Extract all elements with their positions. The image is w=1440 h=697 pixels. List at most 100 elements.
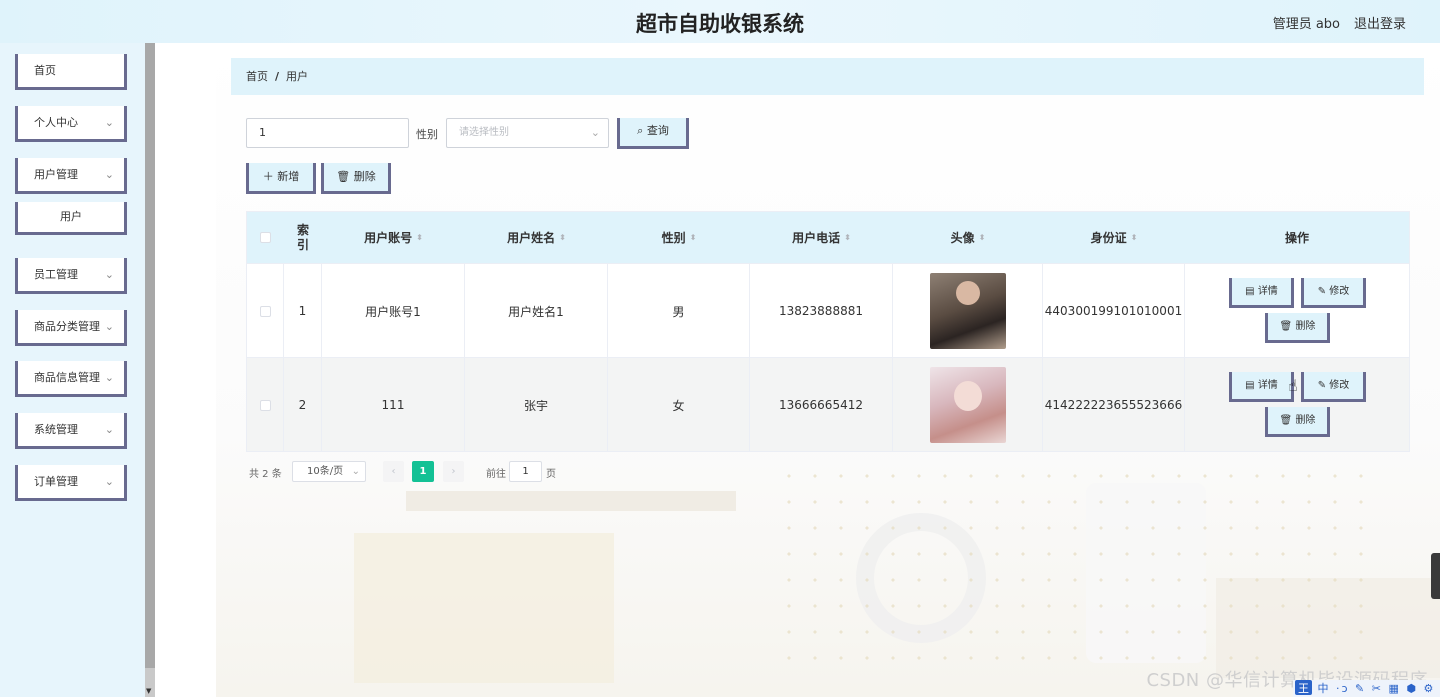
sidebar-scrollbar[interactable]: ▼ <box>145 43 155 697</box>
scroll-down-icon[interactable]: ▼ <box>146 687 151 695</box>
sidebar-subitem-users[interactable]: 用户 <box>15 202 127 235</box>
column-header-actions: 操作 <box>1284 231 1309 245</box>
sort-icon[interactable]: ⬍ <box>979 233 986 242</box>
page-number-current[interactable]: 1 <box>412 461 434 482</box>
sort-icon[interactable]: ⬍ <box>1131 233 1138 242</box>
sidebar-item-system-management[interactable]: 系统管理 ⌄ <box>15 413 127 449</box>
cell-avatar <box>893 358 1043 452</box>
breadcrumb-home[interactable]: 首页 <box>246 70 268 83</box>
plus-icon: ＋ <box>262 170 274 183</box>
avatar[interactable] <box>929 367 1006 443</box>
add-button[interactable]: ＋ 新增 <box>246 163 316 194</box>
cell-account: 用户账号1 <box>322 264 465 358</box>
column-header-label: 用户电话 <box>792 231 841 245</box>
gender-select[interactable]: 请选择性别 ⌄ <box>446 118 609 148</box>
chevron-right-icon: › <box>451 466 456 477</box>
scrollbar-thumb[interactable] <box>145 43 155 668</box>
system-tray[interactable]: 王 中 ·ɔ ✎ ✂ ▦ ⬢ ⚙ <box>1293 680 1440 697</box>
row-delete-button[interactable]: 🗑 删除 <box>1265 313 1330 343</box>
chevron-down-icon: ⌄ <box>104 423 114 436</box>
page-jump-input[interactable]: 1 <box>509 461 542 482</box>
sort-icon[interactable]: ⬍ <box>559 233 566 242</box>
pager-goto-suffix: 页 <box>546 469 556 480</box>
gender-placeholder: 请选择性别 <box>459 127 509 138</box>
avatar[interactable] <box>929 273 1006 349</box>
sidebar-item-home[interactable]: 首页 <box>15 54 127 90</box>
column-header-avatar[interactable]: 头像 ⬍ <box>893 212 1043 263</box>
sidebar-item-user-management[interactable]: 用户管理 ⌄ <box>15 158 127 194</box>
column-header-gender[interactable]: 性别 ⬍ <box>608 212 750 263</box>
sidebar-item-label: 商品信息管理 <box>34 371 100 384</box>
sidebar-item-category-management[interactable]: 商品分类管理 ⌄ <box>15 310 127 346</box>
decor-shape <box>354 533 614 683</box>
sort-icon[interactable]: ⬍ <box>416 233 423 242</box>
cell-name: 用户姓名1 <box>465 264 608 358</box>
edit-button-label: 修改 <box>1329 286 1350 297</box>
page-size-select[interactable]: 10条/页 ⌄ <box>292 461 366 482</box>
row-delete-button[interactable]: 🗑 删除 <box>1265 407 1330 437</box>
column-header-index: 索 引 <box>296 222 309 252</box>
query-button-label: 查询 <box>646 124 669 137</box>
cell-phone: 13666665412 <box>750 358 893 452</box>
cell-actions <box>1185 264 1409 358</box>
detail-button[interactable]: ▤ 详情 <box>1229 278 1294 308</box>
trash-icon: 🗑 <box>1279 321 1293 332</box>
chevron-down-icon: ⌄ <box>590 126 600 139</box>
floating-side-widget[interactable] <box>1431 553 1440 599</box>
pager-goto-label: 前往 <box>486 469 506 480</box>
column-header-label: 身份证 <box>1090 231 1127 245</box>
sidebar-item-order-management[interactable]: 订单管理 ⌄ <box>15 465 127 501</box>
keyword-input[interactable]: 1 <box>246 118 409 148</box>
edit-button[interactable]: ✎ 修改 <box>1301 278 1366 308</box>
ime-icon[interactable]: 王 <box>1295 680 1312 695</box>
document-icon: ▤ <box>1245 380 1255 391</box>
breadcrumb-separator: / <box>275 70 280 83</box>
detail-button[interactable]: ▤ 详情 <box>1229 372 1294 402</box>
column-header-label: 用户账号 <box>364 231 413 245</box>
pencil-icon: ✎ <box>1317 380 1327 391</box>
sidebar-item-product-management[interactable]: 商品信息管理 ⌄ <box>15 361 127 397</box>
prev-page-button[interactable]: ‹ <box>383 461 404 482</box>
column-header-name[interactable]: 用户姓名 ⬍ <box>465 212 608 263</box>
cell-id-card: 414222223655523666 <box>1043 358 1185 452</box>
row-checkbox[interactable] <box>259 399 271 411</box>
sidebar-item-staff-management[interactable]: 员工管理 ⌄ <box>15 258 127 294</box>
row-select-cell <box>247 264 284 358</box>
table-row: 1 用户账号1 用户姓名1 男 13823888881 440300199101… <box>247 263 1409 358</box>
batch-delete-button[interactable]: 🗑 删除 <box>321 163 391 194</box>
users-table: 索 引 用户账号 ⬍ 用户姓名 ⬍ 性别 ⬍ 用户电话 ⬍ 头像 ⬍ 身份证 ⬍ 操作 1 … <box>246 211 1410 452</box>
query-button[interactable]: ⌕ 查询 <box>617 118 689 149</box>
sort-icon[interactable]: ⬍ <box>844 233 851 242</box>
edit-button-label: 修改 <box>1329 380 1350 391</box>
sidebar-item-label: 用户管理 <box>34 168 78 181</box>
cell-index: 1 <box>284 264 322 358</box>
cell-gender: 女 <box>608 358 750 452</box>
sidebar-item-label: 员工管理 <box>34 268 78 281</box>
decor-shape <box>406 491 736 511</box>
column-header-label: 头像 <box>950 231 975 245</box>
top-header: 超市自助收银系统 管理员 abo 退出登录 <box>0 0 1440 43</box>
sidebar-item-profile[interactable]: 个人中心 ⌄ <box>15 106 127 142</box>
row-checkbox[interactable] <box>259 305 271 317</box>
document-icon: ▤ <box>1245 286 1255 297</box>
sidebar-item-label: 商品分类管理 <box>34 320 100 333</box>
trash-icon: 🗑 <box>336 170 351 183</box>
edit-button[interactable]: ✎ 修改 <box>1301 372 1366 402</box>
cell-name: 张宇 <box>465 358 608 452</box>
sort-icon[interactable]: ⬍ <box>690 233 697 242</box>
next-page-button[interactable]: › <box>443 461 464 482</box>
logout-link[interactable]: 退出登录 <box>1354 13 1406 32</box>
row-delete-button-label: 删除 <box>1295 415 1316 426</box>
content-gutter <box>155 43 216 697</box>
select-all-checkbox[interactable] <box>260 232 271 243</box>
decor-dots <box>776 463 1376 663</box>
chevron-down-icon: ⌄ <box>104 320 114 333</box>
chevron-down-icon: ⌄ <box>104 268 114 281</box>
column-header-id-card[interactable]: 身份证 ⬍ <box>1043 212 1185 263</box>
cell-avatar <box>893 264 1043 358</box>
cell-index: 2 <box>284 358 322 452</box>
column-header-phone[interactable]: 用户电话 ⬍ <box>750 212 893 263</box>
add-button-label: 新增 <box>277 170 300 183</box>
column-header-account[interactable]: 用户账号 ⬍ <box>322 212 465 263</box>
cell-actions <box>1185 358 1409 452</box>
